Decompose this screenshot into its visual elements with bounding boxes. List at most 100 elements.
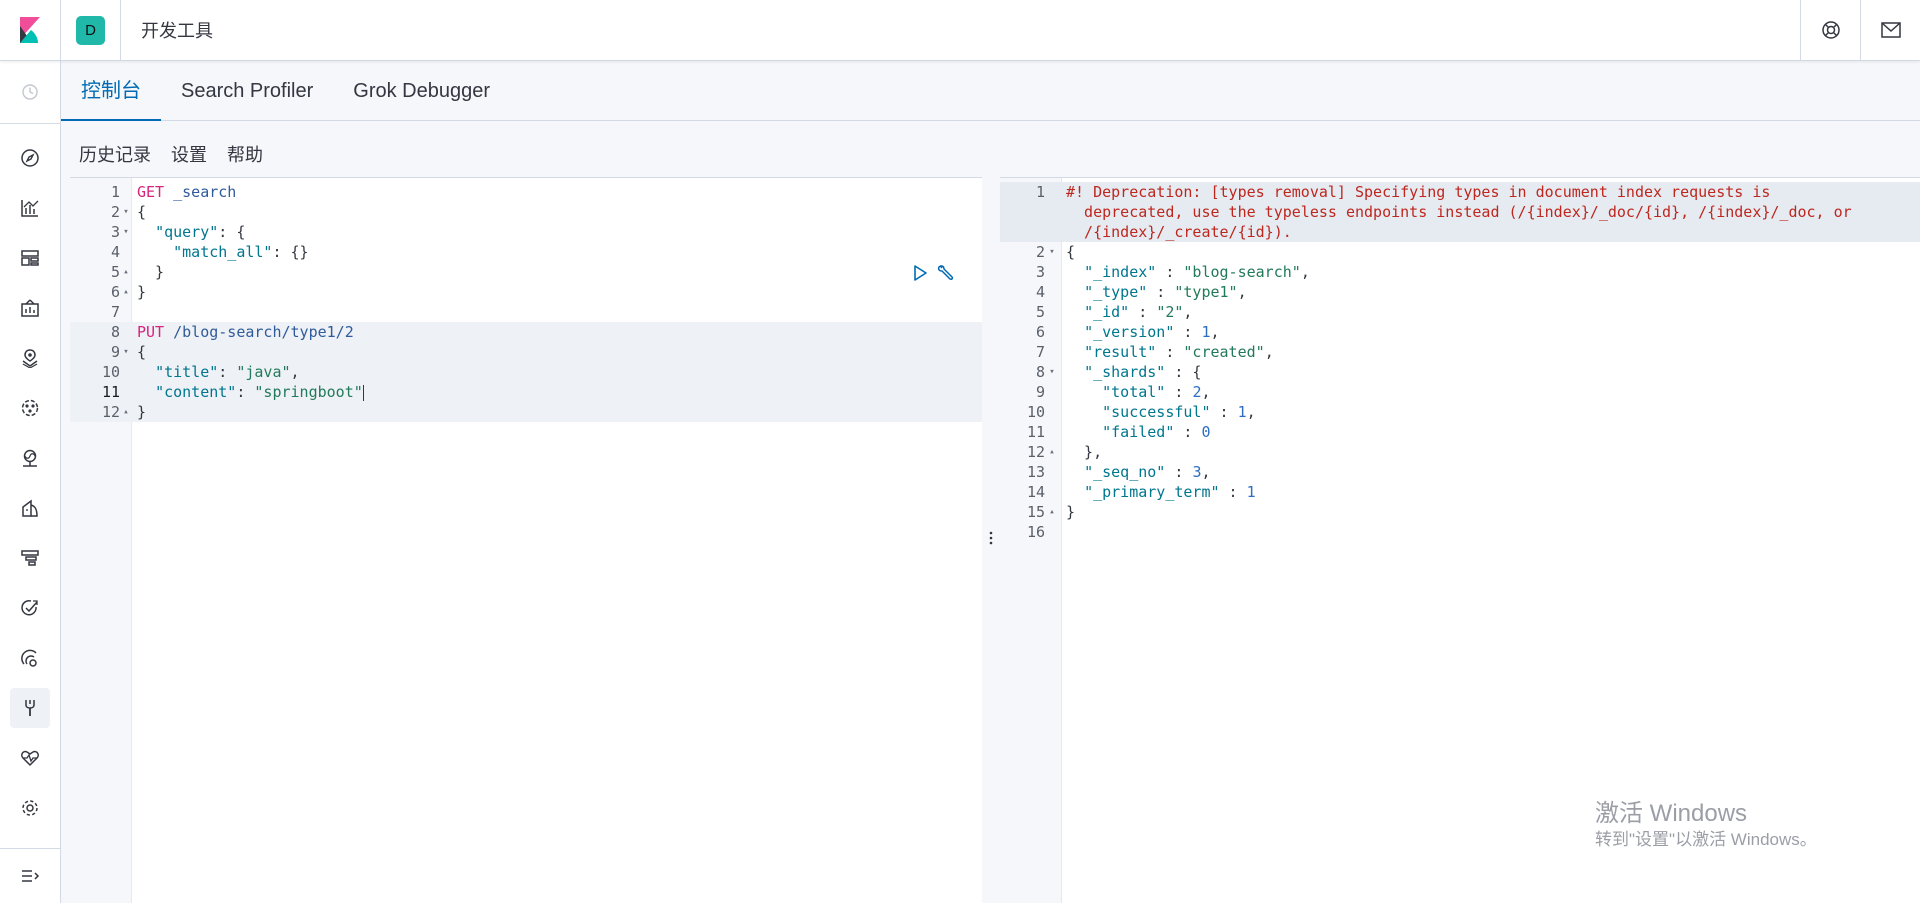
fold-open-icon[interactable]: ▾ [122,222,130,242]
fold-close-icon[interactable]: ▴ [122,402,130,422]
line-number: 7 [110,303,120,321]
help-menu-button[interactable] [1800,0,1860,60]
history-link[interactable]: 历史记录 [79,141,151,167]
code-token: "_shards" [1084,363,1166,381]
code-line: 11 "content": "springboot" [70,382,982,402]
line-number: 4 [110,243,120,261]
nav-monitoring[interactable] [10,738,50,778]
code-line: 6 "_version" : 1, [1000,322,1920,342]
top-header: D 开发工具 [0,0,1920,61]
code-token: PUT [137,323,165,341]
code-token: : [1219,483,1247,501]
nav-maps[interactable] [10,338,50,378]
pane-resizer[interactable] [985,526,997,550]
watermark-title: 激活 Windows [1595,800,1748,827]
nav-dev-tools[interactable] [10,688,50,728]
code-token: : [1210,403,1238,421]
code-text: } [137,282,146,302]
code-token: "content" [155,383,237,401]
code-token: "type1" [1174,283,1238,301]
code-line: 8 ▾ "_shards" : { [1000,362,1920,382]
code-token: } [137,403,147,421]
code-token: "successful" [1102,403,1211,421]
request-editor[interactable]: 1 GET _search 2 ▾{3 ▾ "query": {4 "match_all… [70,177,982,903]
console-content: 历史记录 设置 帮助 1 GET _search 2 ▾{3 ▾ "query": {4… [61,121,1920,903]
siem-icon [21,649,37,667]
nav-infrastructure[interactable] [10,438,50,478]
code-line: 10 "title": "java", [70,362,982,382]
nav-siem[interactable] [10,638,50,678]
tab-search-profiler[interactable]: Search Profiler [161,61,333,121]
line-number: 12 [1026,443,1045,461]
menu-collapse-icon [22,870,40,882]
fold-open-icon[interactable]: ▾ [1048,242,1056,262]
code-text: "match_all": {} [137,242,308,262]
code-token: { [1066,243,1076,261]
response-editor[interactable]: 1 #! Deprecation: [types removal] Specify… [1000,177,1920,903]
nav-logs[interactable] [10,488,50,528]
line-number: 9 [110,343,120,361]
nav-uptime[interactable] [10,588,50,628]
code-token: "2" [1156,303,1184,321]
fold-close-icon[interactable]: ▴ [122,262,130,282]
code-line: 2 ▾ { [1000,242,1920,262]
code-token: : [1129,303,1157,321]
code-token: "failed" [1102,423,1175,441]
text-cursor [362,384,364,401]
apm-icon [21,550,39,566]
code-text: "_index" : "blog-search", [1066,262,1310,282]
line-number: 11 [101,383,120,401]
play-icon[interactable] [912,264,928,282]
fold-close-icon[interactable]: ▴ [1048,502,1056,522]
nav-machine-learning[interactable] [10,388,50,428]
devtools-tabs: 控制台 Search Profiler Grok Debugger [61,61,1920,122]
help-link[interactable]: 帮助 [227,141,263,167]
line-number: 9 [1035,383,1045,401]
logs-icon [22,499,38,517]
settings-link[interactable]: 设置 [171,141,207,167]
code-text: "total" : 2, [1066,382,1211,402]
fold-open-icon[interactable]: ▾ [122,202,130,222]
nav-visualize[interactable] [10,188,50,228]
code-line: 4 "match_all": {} [70,242,982,262]
fold-open-icon[interactable]: ▾ [122,342,130,362]
collapse-nav-button[interactable] [0,848,60,903]
code-token: "_version" [1084,323,1175,341]
space-selector[interactable]: D [61,0,121,60]
code-token: , [1264,343,1274,361]
fold-open-icon[interactable]: ▾ [1048,362,1056,382]
code-token: , [1201,383,1211,401]
fold-close-icon[interactable]: ▴ [122,282,130,302]
kibana-logo[interactable] [0,0,61,60]
code-text: } [137,262,164,282]
nav-dashboard[interactable] [10,238,50,278]
code-token: , [1183,303,1193,321]
nav-apm[interactable] [10,538,50,578]
wrench-settings-icon[interactable] [936,264,956,282]
code-line: 9 ▾ { [70,342,982,362]
nav-management[interactable] [10,788,50,828]
nav-canvas[interactable] [10,288,50,328]
code-line: 7 "result" : "created", [1000,342,1920,362]
code-token: 1 [1201,323,1211,341]
fold-close-icon[interactable]: ▴ [1048,442,1056,462]
nav-discover[interactable] [10,138,50,178]
tab-console[interactable]: 控制台 [61,61,161,122]
code-text: "failed" : 0 [1066,422,1210,442]
chart-icon [21,200,39,217]
code-token: : { [1165,363,1202,381]
line-number: 5 [1035,303,1045,321]
tab-grok-debugger[interactable]: Grok Debugger [333,61,510,121]
code-text: { [137,342,146,362]
line-number: 12 [101,403,120,421]
code-text: } [137,402,146,422]
newsfeed-button[interactable] [1860,0,1920,60]
code-text: GET _search [137,182,236,202]
recently-viewed-button[interactable] [0,61,60,124]
